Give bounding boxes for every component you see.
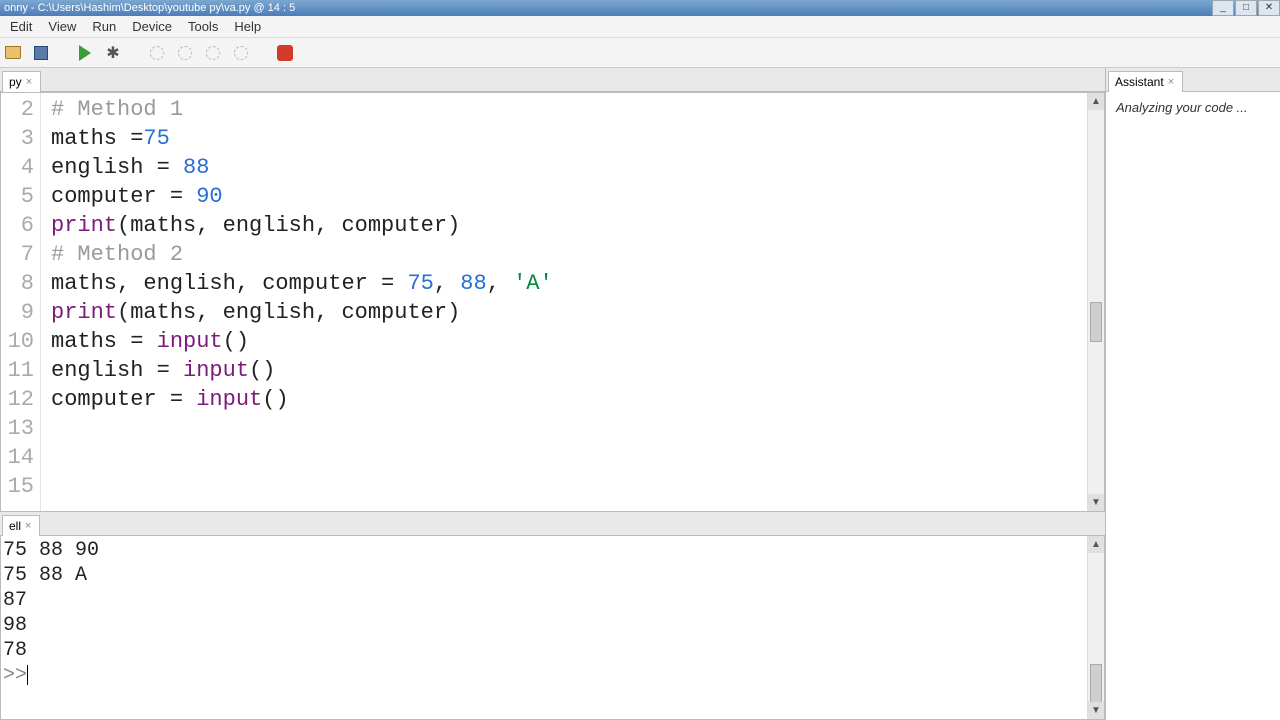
editor-scrollbar[interactable]: ▲ ▼ xyxy=(1087,93,1104,511)
minimize-button[interactable]: _ xyxy=(1212,0,1234,16)
code-editor[interactable]: 23456789101112131415 # Method 1maths =75… xyxy=(0,92,1105,512)
editor-tab[interactable]: py × xyxy=(2,71,41,92)
scroll-up-icon[interactable]: ▲ xyxy=(1088,536,1104,553)
maximize-button[interactable]: □ xyxy=(1235,0,1257,16)
menu-help[interactable]: Help xyxy=(226,17,269,36)
toolbar: ✱ xyxy=(0,38,1280,68)
resume-icon xyxy=(234,46,248,60)
save-icon xyxy=(34,46,48,60)
shell-tab-label: ell xyxy=(9,519,21,533)
step-out-button[interactable] xyxy=(202,42,224,64)
line-gutter: 23456789101112131415 xyxy=(1,93,41,511)
assistant-tab-row: Assistant × xyxy=(1106,68,1280,92)
shell-scrollbar[interactable]: ▲ ▼ xyxy=(1087,536,1104,719)
shell-tab-row: ell × xyxy=(0,512,1105,536)
close-icon[interactable]: × xyxy=(1168,76,1174,88)
editor-tab-label: py xyxy=(9,75,22,89)
menu-edit[interactable]: Edit xyxy=(2,17,40,36)
scroll-down-icon[interactable]: ▼ xyxy=(1088,702,1104,719)
editor-tab-row: py × xyxy=(0,68,1105,92)
step-over-button[interactable] xyxy=(146,42,168,64)
close-button[interactable]: ✕ xyxy=(1258,0,1280,16)
scroll-down-icon[interactable]: ▼ xyxy=(1088,494,1104,511)
stop-button[interactable] xyxy=(274,42,296,64)
step-into-icon xyxy=(178,46,192,60)
step-over-icon xyxy=(150,46,164,60)
assistant-tab-label: Assistant xyxy=(1115,75,1164,89)
close-icon[interactable]: × xyxy=(25,520,31,532)
menubar: Edit View Run Device Tools Help xyxy=(0,16,1280,38)
assistant-tab[interactable]: Assistant × xyxy=(1108,71,1183,92)
shell-output[interactable]: 75 88 9075 88 A879878>> xyxy=(1,536,1087,719)
scroll-thumb[interactable] xyxy=(1090,664,1102,704)
window-titlebar: onny - C:\Users\Hashim\Desktop\youtube p… xyxy=(0,0,1280,16)
play-icon xyxy=(79,45,91,61)
step-into-button[interactable] xyxy=(174,42,196,64)
assistant-panel: Analyzing your code ... xyxy=(1106,92,1280,720)
bug-icon: ✱ xyxy=(106,43,119,63)
menu-tools[interactable]: Tools xyxy=(180,17,226,36)
folder-icon xyxy=(5,46,21,59)
menu-run[interactable]: Run xyxy=(84,17,124,36)
code-area[interactable]: # Method 1maths =75english = 88computer … xyxy=(41,93,1087,511)
scroll-thumb[interactable] xyxy=(1090,302,1102,342)
window-title: onny - C:\Users\Hashim\Desktop\youtube p… xyxy=(4,2,295,14)
step-out-icon xyxy=(206,46,220,60)
scroll-up-icon[interactable]: ▲ xyxy=(1088,93,1104,110)
debug-button[interactable]: ✱ xyxy=(102,42,124,64)
shell-tab[interactable]: ell × xyxy=(2,515,40,536)
resume-button[interactable] xyxy=(230,42,252,64)
open-button[interactable] xyxy=(2,42,24,64)
shell-panel[interactable]: 75 88 9075 88 A879878>> ▲ ▼ xyxy=(0,536,1105,720)
menu-device[interactable]: Device xyxy=(124,17,180,36)
stop-icon xyxy=(277,45,293,61)
assistant-status: Analyzing your code ... xyxy=(1116,100,1248,115)
close-icon[interactable]: × xyxy=(26,76,32,88)
menu-view[interactable]: View xyxy=(40,17,84,36)
run-button[interactable] xyxy=(74,42,96,64)
save-button[interactable] xyxy=(30,42,52,64)
